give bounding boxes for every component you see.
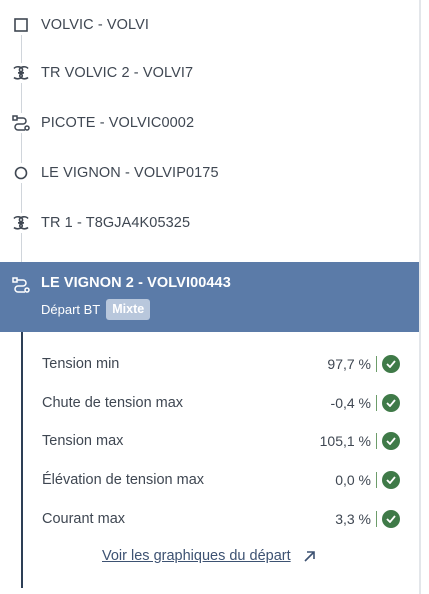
tree-item-picote[interactable]: PICOTE - VOLVIC0002 [0, 98, 419, 148]
tree-item-tr-volvic-2[interactable]: TR VOLVIC 2 - VOLVI7 [0, 48, 419, 98]
metric-separator [376, 433, 377, 449]
metric-separator [376, 511, 377, 527]
tree-item-label: TR 1 - T8GJA4K05325 [41, 215, 191, 231]
metric-name: Tension max [42, 433, 124, 449]
metric-name: Chute de tension max [42, 395, 184, 411]
circle-icon [11, 163, 31, 183]
route-icon [11, 275, 31, 295]
metric-name: Élévation de tension max [42, 472, 205, 488]
metric-value: -0,4 % [330, 395, 371, 411]
metric-value: 0,0 % [335, 472, 371, 488]
selected-item-title: LE VIGNON 2 - VOLVI00443 [41, 275, 231, 291]
transformer-icon [11, 213, 31, 233]
tree-item-volvic[interactable]: VOLVIC - VOLVI [0, 0, 419, 50]
details-side-bar [21, 332, 23, 588]
metric-row-elevation-tension: Élévation de tension max 0,0 % [42, 469, 402, 491]
tree-item-le-vignon[interactable]: LE VIGNON - VOLVIP0175 [0, 148, 419, 198]
tree-item-label: LE VIGNON - VOLVIP0175 [41, 165, 219, 181]
tree-item-label: PICOTE - VOLVIC0002 [41, 115, 195, 131]
metric-separator [376, 472, 377, 488]
check-circle-icon [382, 355, 400, 373]
selected-item-type: Départ BT [41, 302, 101, 317]
check-circle-icon [382, 471, 400, 489]
metric-row-tension-min: Tension min 97,7 % [42, 353, 402, 375]
route-icon [11, 113, 31, 133]
metric-value: 97,7 % [327, 356, 371, 372]
metric-name: Tension min [42, 356, 120, 372]
arrow-up-right-icon [303, 549, 317, 563]
metric-value: 105,1 % [319, 433, 371, 449]
tree-item-label: VOLVIC - VOLVI [41, 17, 150, 33]
metric-separator [376, 395, 377, 411]
tree-item-tr-1[interactable]: TR 1 - T8GJA4K05325 [0, 198, 419, 248]
mixte-badge: Mixte [106, 299, 151, 320]
check-circle-icon [382, 510, 400, 528]
departure-details: Tension min 97,7 % Chute de tension max … [0, 332, 419, 588]
metric-separator [376, 356, 377, 372]
tree-item-selected-le-vignon-2[interactable]: LE VIGNON 2 - VOLVI00443 Départ BT Mixte [0, 262, 419, 332]
check-circle-icon [382, 432, 400, 450]
selected-item-subtitle-row: Départ BT Mixte [41, 299, 151, 320]
network-tree-panel: VOLVIC - VOLVI TR VOLVIC 2 - VOLVI7 PICO… [0, 0, 420, 594]
transformer-icon [11, 63, 31, 83]
panel-right-border [419, 0, 421, 594]
metric-value: 3,3 % [335, 511, 371, 527]
link-label: Voir les graphiques du départ [102, 548, 291, 564]
metric-name: Courant max [42, 511, 126, 527]
metric-row-courant-max: Courant max 3,3 % [42, 508, 402, 530]
metric-row-chute-tension: Chute de tension max -0,4 % [42, 392, 402, 414]
check-circle-icon [382, 394, 400, 412]
view-departure-charts-link[interactable]: Voir les graphiques du départ [102, 548, 317, 564]
metric-row-tension-max: Tension max 105,1 % [42, 430, 402, 452]
square-icon [11, 15, 31, 35]
tree-item-label: TR VOLVIC 2 - VOLVI7 [41, 65, 194, 81]
